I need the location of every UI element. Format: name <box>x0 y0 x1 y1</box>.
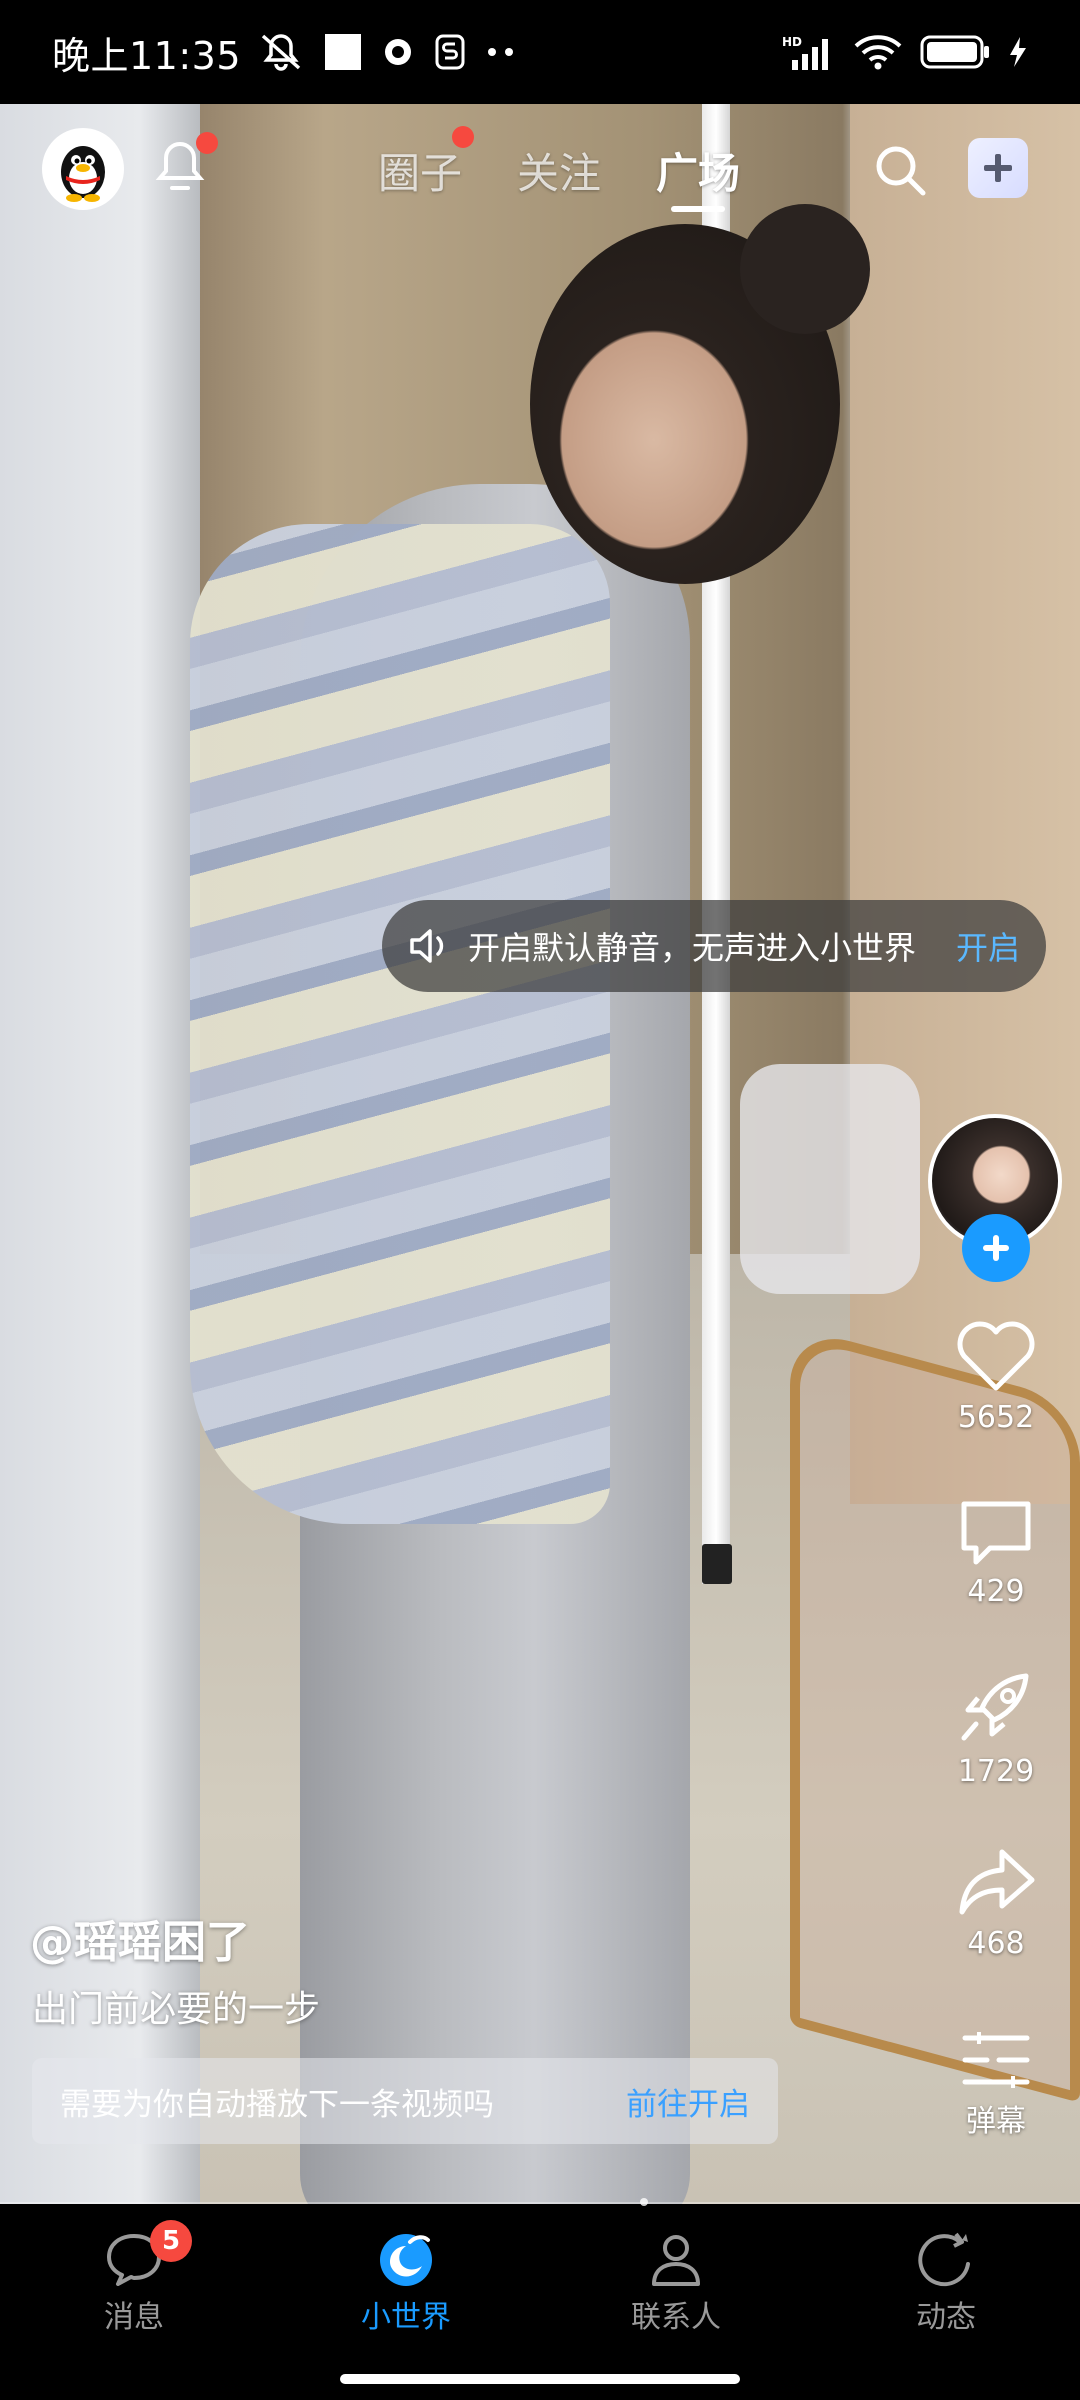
video-figure-shirt <box>190 524 610 1524</box>
notification-dot <box>196 132 218 154</box>
moments-icon <box>918 2232 970 2287</box>
video-wardrobe <box>850 104 1080 1504</box>
status-time: 晚上11:35 <box>52 33 242 78</box>
bottom-tab-contacts-label: 联系人 <box>631 2300 721 2335</box>
bottom-tab-moments[interactable]: 动态 <box>856 2230 1036 2336</box>
bottom-tab-messages[interactable]: 消息 <box>44 2230 224 2336</box>
mute-enable-button[interactable]: 开启 <box>956 923 1020 969</box>
like-count: 5652 <box>957 1400 1035 1435</box>
top-nav: 圈子 关注 广场 <box>0 104 1080 234</box>
share-button[interactable]: 468 <box>940 1844 1052 1961</box>
autoplay-text: 需要为你自动播放下一条视频吗 <box>60 2086 494 2123</box>
autoplay-prompt: 需要为你自动播放下一条视频吗 前往开启 <box>32 2058 778 2144</box>
tab-circle-dot <box>452 126 474 148</box>
person-icon <box>652 2235 700 2286</box>
small-world-icon <box>380 2234 432 2286</box>
plus-icon <box>984 154 1012 182</box>
search-icon <box>876 146 926 196</box>
heart-icon <box>957 1321 1035 1391</box>
speaker-icon <box>410 929 444 963</box>
status-bar: 晚上11:35 HD <box>0 0 1080 104</box>
charging-icon <box>1008 35 1028 69</box>
s-app-icon <box>435 34 465 70</box>
screen: 晚上11:35 HD 圈子 关注 广场 开启默认静音，无声进入小世界 开启 56… <box>0 0 1080 2400</box>
tab-circle[interactable]: 圈子 <box>378 140 462 201</box>
svg-text:HD: HD <box>782 35 802 49</box>
qq-avatar[interactable] <box>42 128 124 210</box>
wifi-icon <box>854 34 902 70</box>
video-door <box>0 104 200 2204</box>
danmaku-button[interactable]: 弹幕 <box>940 2030 1052 2140</box>
comment-icon <box>961 1501 1031 1565</box>
comment-count: 429 <box>967 1574 1025 1609</box>
tab-following[interactable]: 关注 <box>517 140 601 201</box>
autoplay-enable-button[interactable]: 前往开启 <box>626 2079 750 2124</box>
bottom-tab-messages-label: 消息 <box>104 2300 164 2335</box>
boost-button[interactable]: 1729 <box>940 1668 1052 1789</box>
messages-badge: 5 <box>150 2220 192 2262</box>
follow-button[interactable] <box>962 1214 1030 1282</box>
share-count: 468 <box>967 1926 1025 1961</box>
like-button[interactable]: 5652 <box>940 1318 1052 1435</box>
more-dots-icon <box>487 47 517 57</box>
boost-count: 1729 <box>957 1754 1035 1789</box>
mute-toast-text: 开启默认静音，无声进入小世界 <box>468 929 917 967</box>
video-player[interactable] <box>0 104 1080 2204</box>
bottom-tab-small-world-label: 小世界 <box>361 2300 451 2335</box>
rocket-icon <box>961 1673 1029 1741</box>
danmaku-icon <box>962 2032 1030 2088</box>
bottom-nav: 消息 5 小世界 联系人 动态 <box>0 2204 1080 2400</box>
danmaku-label: 弹幕 <box>966 2104 1026 2139</box>
notification-button[interactable] <box>152 132 218 202</box>
battery-icon <box>920 35 990 69</box>
tab-plaza[interactable]: 广场 <box>656 140 740 201</box>
video-pole-cap <box>702 1544 732 1584</box>
comment-button[interactable]: 429 <box>940 1498 1052 1609</box>
hd-signal-icon: HD <box>782 34 836 70</box>
search-button[interactable] <box>872 142 928 198</box>
bottom-tab-small-world[interactable]: 小世界 <box>316 2230 496 2336</box>
bottom-tab-contacts[interactable]: 联系人 <box>586 2230 766 2336</box>
record-icon <box>383 37 413 67</box>
video-shoes <box>740 1064 920 1294</box>
create-post-button[interactable] <box>968 138 1028 198</box>
muted-bell-icon <box>259 32 303 72</box>
author-name[interactable]: @瑶瑶困了 <box>30 1906 250 1970</box>
qq-penguin-icon <box>61 146 105 202</box>
bottom-tab-moments-label: 动态 <box>916 2300 976 2335</box>
plus-icon <box>983 1235 1009 1261</box>
square-icon <box>325 34 362 70</box>
active-tab-indicator <box>671 206 725 212</box>
mute-toast: 开启默认静音，无声进入小世界 开启 <box>382 900 1046 992</box>
home-indicator[interactable] <box>340 2374 740 2384</box>
video-progress-handle[interactable] <box>640 2198 648 2206</box>
post-caption: 出门前必要的一步 <box>32 1989 321 2030</box>
share-icon <box>959 1849 1035 1915</box>
